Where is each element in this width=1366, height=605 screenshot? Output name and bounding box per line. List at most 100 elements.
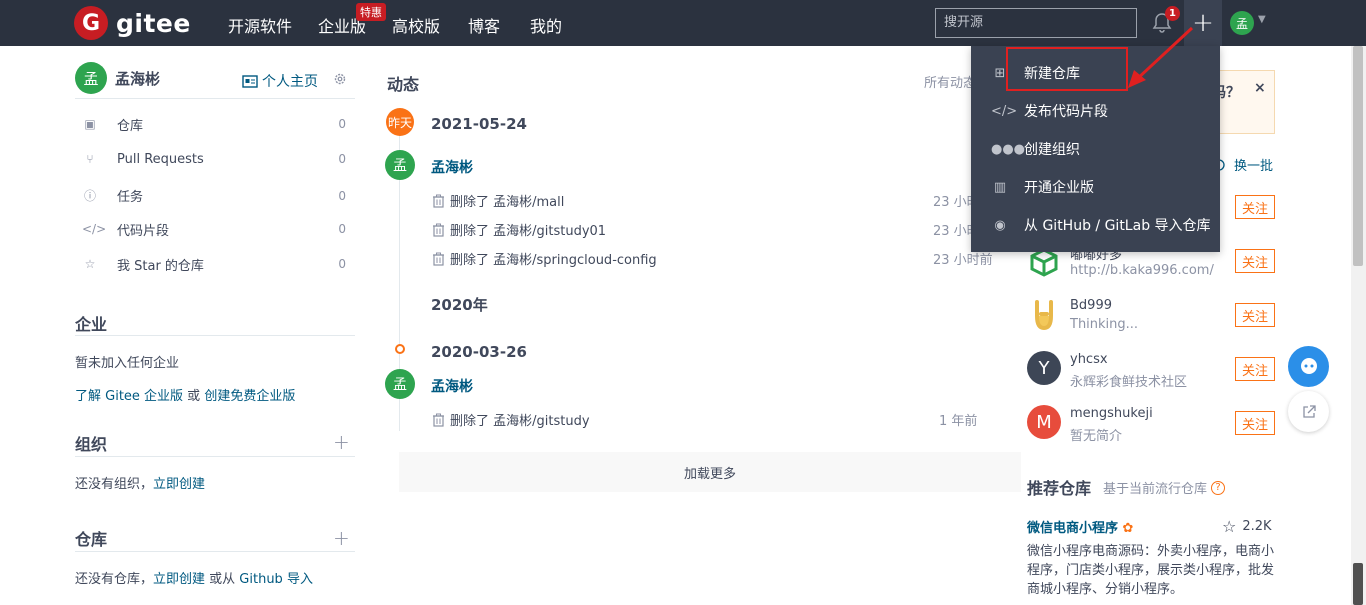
notification-count-badge: 1 bbox=[1165, 6, 1180, 21]
gitee-logo-text: gitee bbox=[116, 8, 191, 38]
nav-link-open-source[interactable]: 开源软件 bbox=[228, 13, 292, 37]
github-icon: ◉ bbox=[994, 217, 1006, 233]
add-org-icon[interactable]: + bbox=[333, 430, 350, 454]
sidebar-item-label: Pull Requests bbox=[117, 151, 204, 167]
repo-stars[interactable]: ☆ 2.2K bbox=[1222, 517, 1272, 536]
feed-action: 删除了 孟海彬/mall bbox=[432, 191, 564, 210]
sidebar-item-snippets[interactable]: </> 代码片段 0 bbox=[82, 222, 352, 239]
follow-button[interactable]: 关注 bbox=[1235, 195, 1275, 219]
recommended-repo-name: 微信电商小程序 bbox=[1027, 521, 1119, 536]
add-repo-icon[interactable]: + bbox=[333, 526, 350, 550]
feed-action-text: 删除了 孟海彬/gitstudy bbox=[450, 414, 590, 429]
user-name[interactable]: Bd999 bbox=[1070, 298, 1112, 313]
or-text: 或 bbox=[183, 389, 205, 404]
menu-item-enterprise[interactable]: ▥ 开通企业版 bbox=[971, 168, 1220, 206]
feed-avatar[interactable]: 孟 bbox=[385, 150, 415, 180]
sidebar-item-repos[interactable]: ▣ 仓库 0 bbox=[82, 117, 352, 134]
create-repo-link[interactable]: 立即创建 bbox=[153, 572, 205, 587]
repo-title: 仓库 bbox=[75, 530, 108, 549]
feed-action-text: 删除了 孟海彬/gitstudy01 bbox=[450, 224, 607, 239]
sidebar-avatar: 孟 bbox=[75, 62, 107, 94]
feed-year: 2020年 bbox=[431, 296, 488, 314]
recommended-repo-link[interactable]: 微信电商小程序 ✿ bbox=[1027, 517, 1133, 536]
trash-icon bbox=[433, 413, 444, 427]
star-icon: ☆ bbox=[1222, 517, 1237, 536]
feed-avatar[interactable]: 孟 bbox=[385, 369, 415, 399]
id-card-icon bbox=[242, 74, 258, 88]
menu-item-label: 从 GitHub / GitLab 导入仓库 bbox=[1024, 218, 1211, 234]
chevron-down-icon[interactable]: ▼ bbox=[1258, 14, 1266, 25]
menu-item-new-snippet[interactable]: </> 发布代码片段 bbox=[971, 92, 1220, 130]
user-avatar[interactable] bbox=[1027, 298, 1061, 332]
sidebar-item-label: 任务 bbox=[117, 190, 144, 205]
feed-action: 删除了 孟海彬/gitstudy01 bbox=[432, 220, 606, 239]
sidebar-item-count: 0 bbox=[338, 257, 346, 271]
help-icon[interactable]: ? bbox=[1211, 480, 1226, 495]
recommended-sub-text: 基于当前流行仓库 bbox=[1103, 482, 1208, 497]
scrollbar-thumb-secondary[interactable] bbox=[1353, 563, 1363, 605]
recommended-repo-description: 微信小程序电商源码：外卖小程序，电商小程序，门店类小程序，展示类小程序，批发商城… bbox=[1027, 544, 1275, 597]
personal-home-link[interactable]: 个人主页 bbox=[242, 71, 318, 91]
create-org-link[interactable]: 立即创建 bbox=[153, 477, 205, 492]
code-icon: </> bbox=[991, 103, 1018, 119]
gitee-logo[interactable]: G gitee bbox=[74, 6, 191, 40]
gitee-logo-icon: G bbox=[74, 6, 108, 40]
sidebar-user[interactable]: 孟 孟海彬 bbox=[75, 62, 160, 94]
repo-empty: 还没有仓库，立即创建 或从 Github 导入 bbox=[75, 568, 313, 587]
chat-bot-button[interactable] bbox=[1288, 346, 1329, 387]
user-avatar[interactable]: 孟 bbox=[1230, 11, 1254, 35]
menu-item-label: 发布代码片段 bbox=[1024, 104, 1108, 120]
nav-link-mine[interactable]: 我的 bbox=[530, 13, 562, 37]
sidebar-item-issues[interactable]: ⓘ 任务 0 bbox=[82, 187, 352, 206]
search-input[interactable]: 搜开源 bbox=[935, 8, 1137, 38]
sidebar-item-count: 0 bbox=[338, 188, 346, 203]
follow-button[interactable]: 关注 bbox=[1235, 303, 1275, 327]
user-avatar[interactable]: M bbox=[1027, 405, 1061, 439]
refresh-label: 换一批 bbox=[1234, 159, 1274, 174]
sidebar-item-starred[interactable]: ☆ 我 Star 的仓库 0 bbox=[82, 257, 352, 274]
nav-link-blog[interactable]: 博客 bbox=[468, 13, 500, 37]
github-import-link[interactable]: Github 导入 bbox=[239, 572, 313, 587]
repo-or-text: 或从 bbox=[205, 572, 240, 587]
trash-icon bbox=[433, 194, 444, 208]
load-more-button[interactable]: 加载更多 bbox=[399, 452, 1021, 492]
follow-button[interactable]: 关注 bbox=[1235, 357, 1275, 381]
sidebar-item-pull-requests[interactable]: ⑂ Pull Requests 0 bbox=[82, 151, 352, 167]
feed-user-link[interactable]: 孟海彬 bbox=[431, 157, 473, 177]
user-desc: Thinking... bbox=[1070, 317, 1139, 332]
menu-item-new-org[interactable]: ●●● 创建组织 bbox=[971, 130, 1220, 168]
menu-item-label: 开通企业版 bbox=[1024, 180, 1094, 196]
sidebar-user-name: 孟海彬 bbox=[115, 69, 161, 88]
recommended-repos-subtitle: 基于当前流行仓库 ? bbox=[1103, 478, 1226, 497]
feed-filter-dropdown[interactable]: 所有动态 bbox=[924, 72, 976, 91]
divider bbox=[75, 98, 355, 99]
highlight-box bbox=[1006, 47, 1128, 91]
org-title: 组织 bbox=[75, 435, 108, 454]
nav-link-education[interactable]: 高校版 bbox=[392, 13, 440, 37]
enterprise-links: 了解 Gitee 企业版 或 创建免费企业版 bbox=[75, 385, 295, 404]
trash-icon bbox=[433, 252, 444, 266]
user-name[interactable]: yhcsx bbox=[1070, 352, 1108, 367]
hot-badge: 特惠 bbox=[356, 3, 386, 21]
yesterday-badge: 昨天 bbox=[386, 108, 414, 136]
feed-user-link[interactable]: 孟海彬 bbox=[431, 376, 473, 396]
repo-icon: ▣ bbox=[84, 117, 96, 131]
user-desc: http://b.kaka996.com/ bbox=[1070, 263, 1214, 278]
user-name[interactable]: mengshukeji bbox=[1070, 406, 1153, 421]
share-button[interactable] bbox=[1288, 391, 1329, 432]
learn-enterprise-link[interactable]: 了解 Gitee 企业版 bbox=[75, 389, 183, 404]
user-avatar[interactable]: Y bbox=[1027, 351, 1061, 385]
follow-button[interactable]: 关注 bbox=[1235, 411, 1275, 435]
gear-icon[interactable] bbox=[333, 72, 347, 90]
gvp-badge-icon: ✿ bbox=[1122, 521, 1134, 536]
menu-item-label: 创建组织 bbox=[1024, 142, 1080, 158]
feed-time: 1 年前 bbox=[939, 414, 978, 429]
follow-button[interactable]: 关注 bbox=[1235, 249, 1275, 273]
recommended-repos-title: 推荐仓库 bbox=[1027, 479, 1092, 498]
scrollbar-thumb[interactable] bbox=[1353, 46, 1363, 266]
create-enterprise-link[interactable]: 创建免费企业版 bbox=[204, 389, 295, 404]
enterprise-none-text: 暂未加入任何企业 bbox=[75, 356, 180, 371]
refresh-button[interactable]: 换一批 bbox=[1212, 155, 1273, 174]
menu-item-import-repo[interactable]: ◉ 从 GitHub / GitLab 导入仓库 bbox=[971, 206, 1220, 244]
close-icon[interactable]: × bbox=[1254, 80, 1266, 96]
